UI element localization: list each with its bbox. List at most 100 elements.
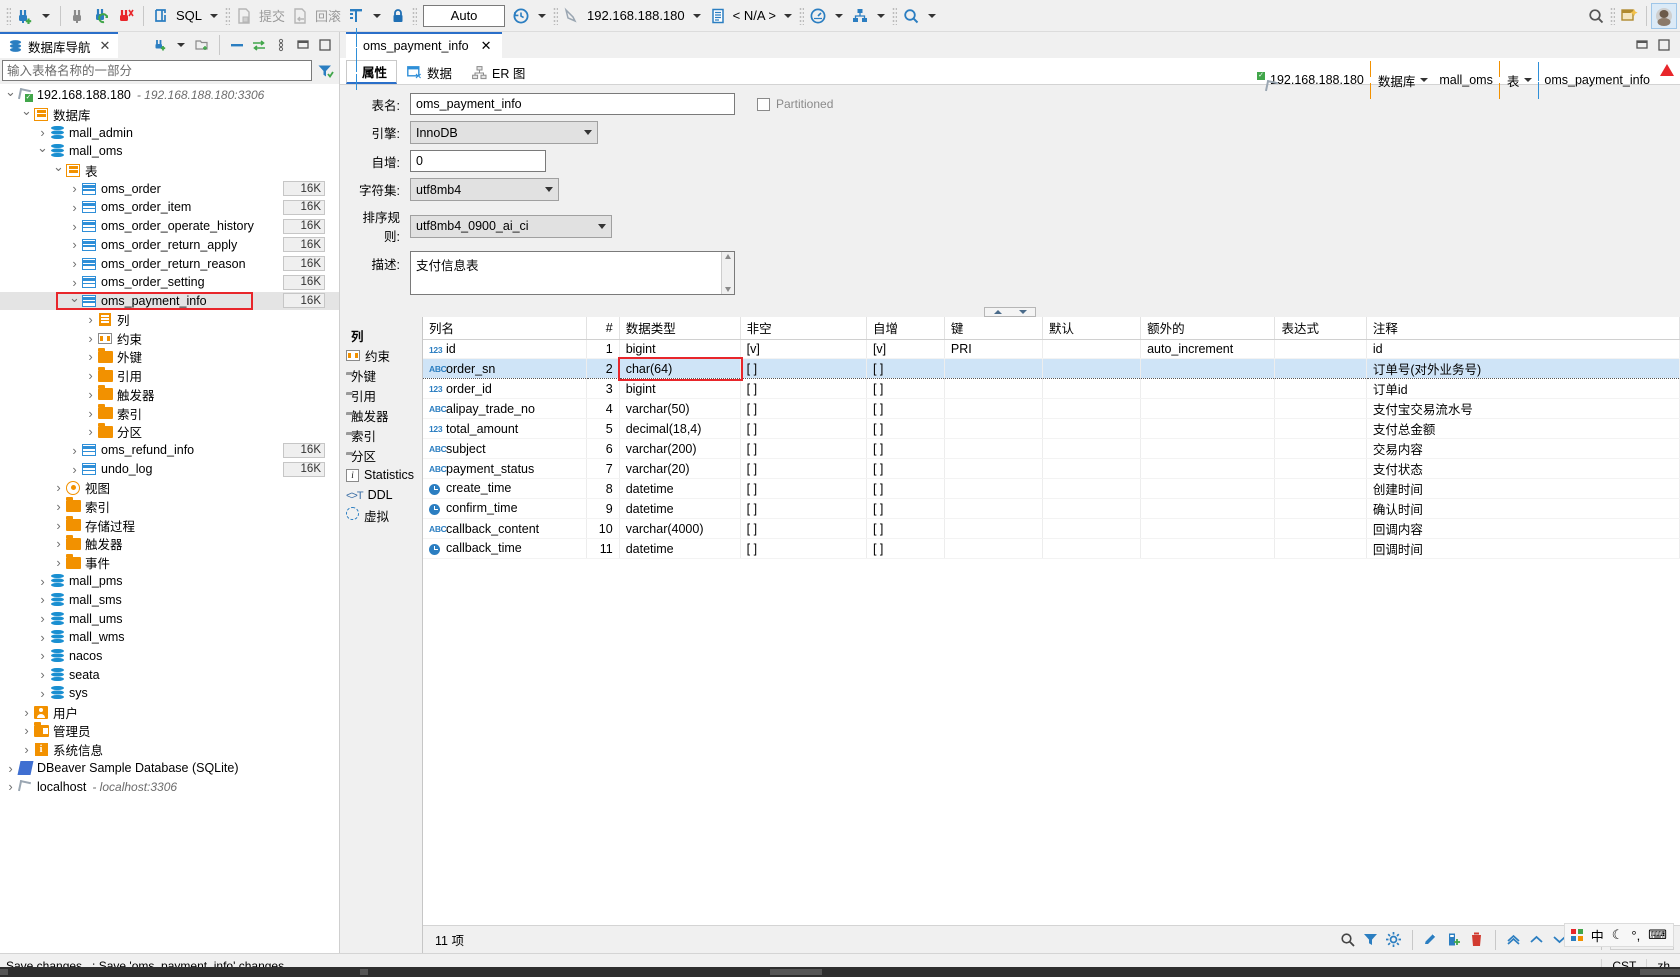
quick-access-search-icon[interactable] [1584, 4, 1608, 28]
new-connection-icon[interactable] [13, 4, 37, 28]
grid-cell[interactable] [1042, 378, 1142, 400]
search-icon[interactable] [899, 4, 923, 28]
grid-cell[interactable]: [ ] [740, 498, 867, 520]
grid-cell[interactable] [1274, 339, 1367, 360]
chevron-right-icon[interactable] [68, 219, 81, 234]
toolbar-grip[interactable] [225, 6, 231, 25]
columns-grid[interactable]: 列名 # 数据类型 非空 自增键默认 额外的 表达式 注释 123 id 1 bigint [v] [v… [423, 317, 1680, 560]
chevron-right-icon[interactable] [84, 406, 97, 421]
search-dropdown-caret[interactable] [928, 13, 937, 18]
add-column-icon[interactable] [1444, 930, 1464, 950]
chevron-down-icon[interactable] [36, 143, 49, 159]
grid-cell[interactable]: [ ] [866, 438, 945, 460]
transaction-log-caret[interactable] [538, 13, 547, 18]
chevron-right-icon[interactable] [52, 499, 65, 514]
column-header[interactable]: 表达式 [1274, 317, 1367, 340]
grid-cell[interactable]: 订单号(对外业务号) [1366, 358, 1680, 380]
grid-cell[interactable]: 123 id [423, 339, 588, 360]
grid-cell[interactable]: [ ] [740, 438, 867, 460]
grid-cell[interactable]: varchar(50) [619, 398, 741, 420]
chevron-down-icon[interactable] [68, 293, 81, 309]
tree-item[interactable]: mall_ums [0, 609, 339, 628]
grid-cell[interactable]: datetime [619, 478, 741, 500]
column-header[interactable]: 非空 [740, 317, 867, 340]
chevron-right-icon[interactable] [68, 462, 81, 477]
object-category-10[interactable]: 虚拟 [340, 505, 422, 525]
grid-cell[interactable] [1140, 378, 1276, 400]
grid-cell[interactable] [944, 458, 1043, 480]
chevron-right-icon[interactable] [36, 574, 49, 589]
grid-cell[interactable]: 4 [586, 398, 620, 420]
tree-item[interactable]: ✓ 192.168.188.180 - 192.168.188.180:3306 [0, 86, 339, 105]
object-category-list[interactable]: 列约束 外键 引用 触发器 索引 分区 i Statistics <>T DDL 虚拟 [340, 317, 423, 953]
tree-item[interactable]: oms_order_item 16K [0, 198, 339, 217]
grid-cell[interactable]: [ ] [740, 378, 867, 400]
toolbar-grip[interactable] [6, 6, 11, 25]
grid-cell[interactable]: 回调时间 [1366, 538, 1680, 560]
tree-item[interactable]: mall_wms [0, 628, 339, 647]
column-header[interactable]: 键 [944, 317, 1043, 340]
lock-icon[interactable] [386, 4, 410, 28]
grid-cell[interactable]: [v] [866, 339, 945, 360]
chevron-right-icon[interactable] [84, 424, 97, 439]
chevron-right-icon[interactable] [84, 349, 97, 364]
tree-item[interactable]: 分区 [0, 422, 339, 441]
grid-settings-icon[interactable] [1384, 930, 1404, 950]
chevron-down-icon[interactable] [20, 106, 33, 122]
chevron-down-icon[interactable] [1420, 78, 1429, 82]
moon-icon[interactable]: ☾ [1612, 927, 1624, 943]
filter-icon[interactable] [315, 61, 335, 81]
chevron-down-icon[interactable] [1524, 78, 1533, 82]
grid-cell[interactable]: [ ] [866, 418, 945, 440]
column-header[interactable]: 默认 [1042, 317, 1142, 340]
chevron-right-icon[interactable] [20, 742, 33, 757]
grid-cell[interactable]: decimal(18,4) [619, 418, 741, 440]
object-category-7[interactable]: 分区 [340, 445, 422, 465]
chevron-right-icon[interactable] [84, 387, 97, 402]
grid-cell[interactable]: datetime [619, 498, 741, 520]
table-row[interactable]: ABCpayment_status 7 varchar(20)[ ][ ] 支付状态 [423, 458, 1680, 480]
tree-item[interactable]: 触发器 [0, 534, 339, 554]
tree-item[interactable]: oms_order 16K [0, 179, 339, 198]
performance-monitor-icon[interactable] [806, 4, 830, 28]
active-connection-label[interactable]: 192.168.188.180 [584, 8, 688, 23]
grid-search-icon[interactable] [1338, 930, 1358, 950]
tree-item[interactable]: 约束 [0, 329, 339, 348]
object-category-9[interactable]: <>T DDL [340, 485, 422, 505]
grid-cell[interactable] [944, 358, 1043, 380]
punctuation-icon[interactable]: °, [1631, 928, 1640, 943]
chevron-right-icon[interactable] [68, 237, 81, 252]
tab-properties[interactable]: 属性 [346, 53, 398, 90]
grid-cell[interactable]: PRI [944, 339, 1043, 360]
grid-cell[interactable] [1274, 438, 1367, 460]
partitioned-checkbox[interactable] [757, 97, 770, 111]
grid-cell[interactable]: [ ] [740, 478, 867, 500]
tree-item[interactable]: 事件 [0, 553, 339, 572]
delete-column-icon[interactable] [1467, 930, 1487, 950]
grid-cell[interactable]: create_time [423, 478, 588, 500]
tree-item[interactable]: undo_log 16K [0, 460, 339, 479]
grid-cell[interactable] [1274, 478, 1367, 500]
tree-item[interactable]: oms_order_setting 16K [0, 273, 339, 292]
grid-cell[interactable]: 回调内容 [1366, 518, 1680, 540]
object-category-4[interactable]: 引用 [340, 385, 422, 405]
close-icon[interactable]: ✕ [481, 38, 492, 54]
grid-cell[interactable] [1042, 339, 1142, 360]
schema-compare-caret[interactable] [877, 13, 886, 18]
chevron-right-icon[interactable] [36, 667, 49, 682]
tab-er-diagram[interactable]: ER 图 [462, 60, 535, 84]
chevron-right-icon[interactable] [4, 761, 17, 776]
object-category-6[interactable]: 索引 [340, 425, 422, 445]
chevron-right-icon[interactable] [36, 611, 49, 626]
grid-cell[interactable]: char(64) [619, 358, 741, 380]
grid-cell[interactable]: 确认时间 [1366, 498, 1680, 520]
chevron-down-icon[interactable] [52, 162, 65, 178]
grid-cell[interactable]: [ ] [866, 358, 945, 380]
grid-cell[interactable] [944, 538, 1043, 560]
table-row[interactable]: 123 id 1 bigint [v] [v] PRI auto_increment id [423, 339, 1680, 360]
chevron-right-icon[interactable] [36, 125, 49, 140]
grid-cell[interactable]: 支付总金额 [1366, 418, 1680, 440]
chevron-right-icon[interactable] [68, 181, 81, 196]
grid-cell[interactable] [1274, 538, 1367, 560]
grid-cell[interactable]: 支付状态 [1366, 458, 1680, 480]
